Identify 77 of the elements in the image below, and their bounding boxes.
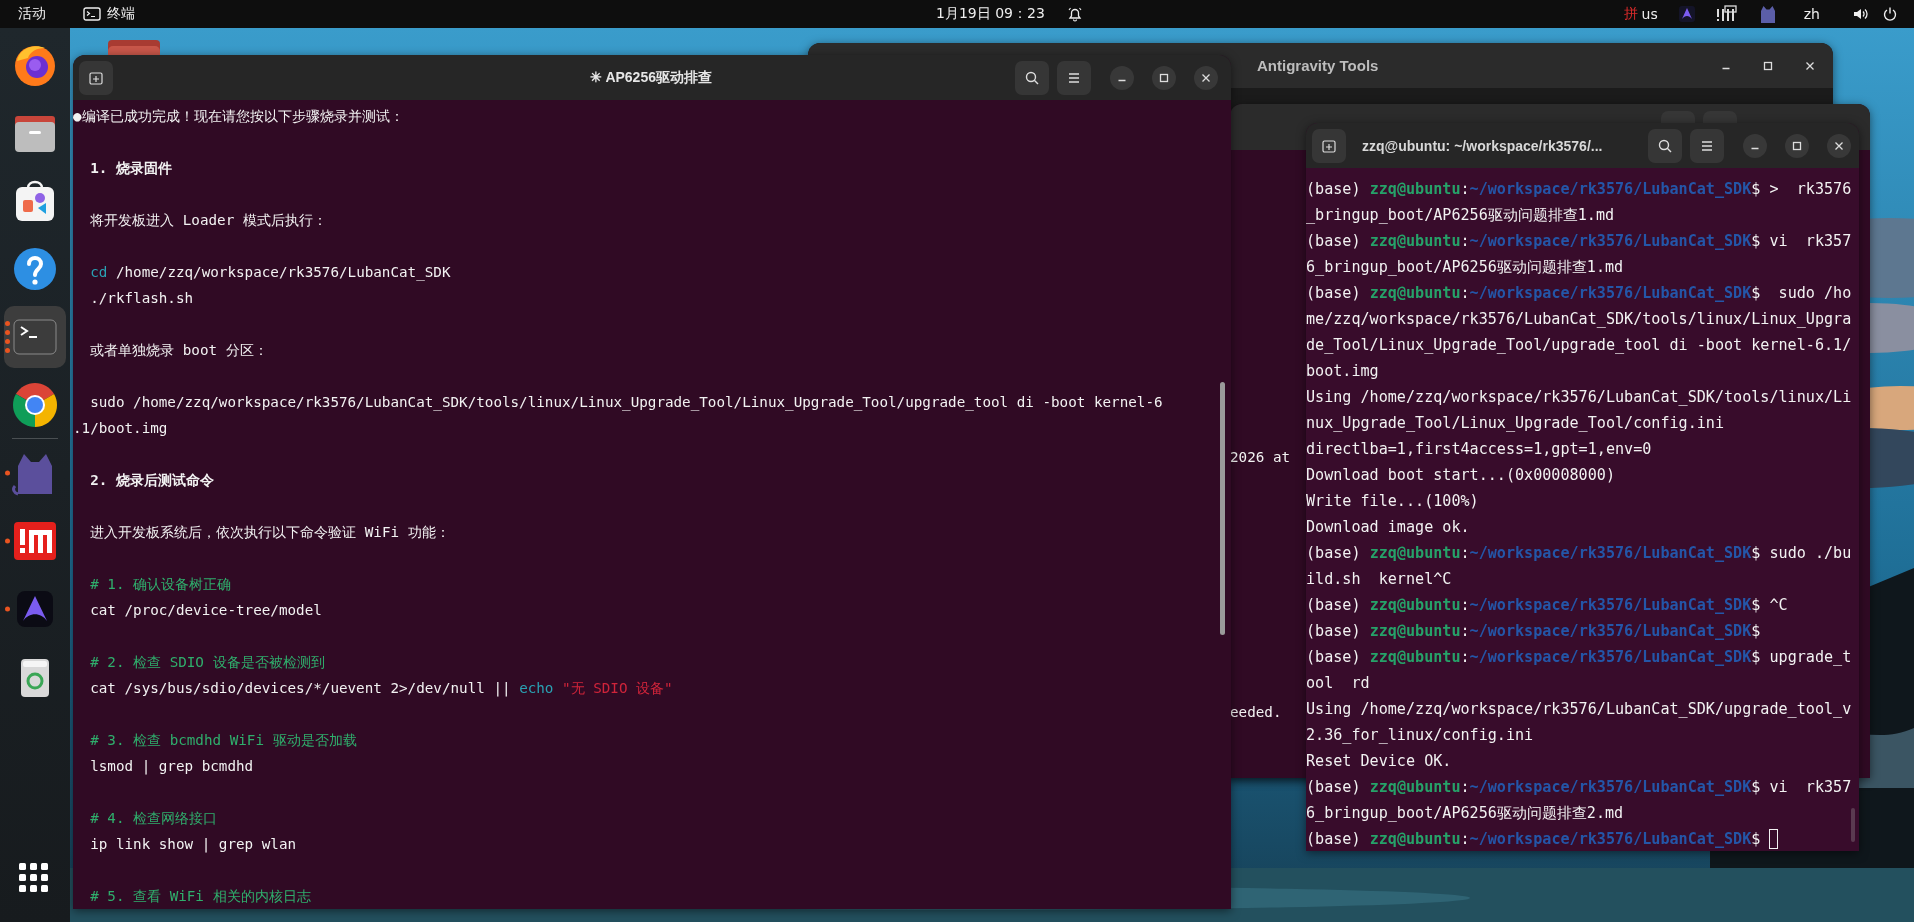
terminal-line: Reset Device OK. — [1306, 751, 1452, 772]
section-heading: 1. 烧录固件 — [89, 159, 172, 178]
volume-icon[interactable] — [1852, 6, 1870, 22]
power-icon[interactable] — [1882, 6, 1898, 22]
terminal-line: 6_bringup_boot/AP6256驱动问题排查2.md — [1306, 803, 1624, 824]
search-icon[interactable] — [1657, 137, 1673, 154]
terminal-line: 或者单独烧录 boot 分区： — [89, 341, 268, 360]
new-tab-icon[interactable] — [88, 69, 104, 86]
terminal-line: cat /proc/device-tree/model — [89, 601, 322, 620]
input-method-indicator[interactable]: 拼 — [1623, 5, 1638, 23]
terminal-line: nux_Upgrade_Tool/Linux_Upgrade_Tool/config.ini — [1306, 413, 1724, 434]
terminal-line: (base) zzq@ubuntu:~/workspace/rk3576/LubanCat_SDK$ upgrade_t — [1306, 647, 1852, 668]
terminal-line: 6_bringup_boot/AP6256驱动问题排查1.md — [1306, 257, 1624, 278]
terminal-line: (base) zzq@ubuntu:~/workspace/rk3576/LubanCat_SDK$ vi rk357 — [1306, 231, 1852, 252]
terminal-line: ●编译已成功完成！现在请您按以下步骤烧录并测试： — [73, 107, 404, 126]
code-comment: # 2. 检查 SDIO 设备是否被检测到 — [89, 653, 325, 672]
terminal-line: ool rd — [1306, 673, 1370, 694]
keyboard-layout[interactable]: us — [1641, 6, 1658, 22]
terminal-line: (base) zzq@ubuntu:~/workspace/rk3576/LubanCat_SDK$ > rk3576 — [1306, 179, 1852, 200]
terminal-line: 2.36_for_linux/config.ini — [1306, 725, 1534, 746]
help-icon[interactable] — [11, 245, 59, 293]
terminal-line: Write file...(100%) — [1306, 491, 1479, 512]
window-title: zzq@ubuntu: ~/workspace/rk3576/... — [1362, 137, 1604, 154]
section-heading: 2. 烧录后测试命令 — [89, 471, 214, 490]
bars-icon[interactable] — [1715, 5, 1738, 23]
terminal-line: me/zzq/workspace/rk3576/LubanCat_SDK/tools/linux/Linux_Upgra — [1306, 309, 1852, 330]
app-menu[interactable]: 终端 — [83, 5, 135, 23]
terminal-line: 进入开发板系统后，依次执行以下命令验证 WiFi 功能： — [89, 523, 450, 542]
terminal-line: 将开发板进入 Loader 模式后执行： — [89, 211, 327, 230]
terminal-line: (base) zzq@ubuntu:~/workspace/rk3576/LubanCat_SDK$ — [1306, 829, 1761, 850]
terminal-line: cat /sys/bus/sdio/devices/*/uevent 2>/dev/null || echo "无 SDIO 设备" — [89, 679, 673, 699]
terminal-icon — [83, 7, 101, 21]
terminal-line: directlba=1,first4access=1,gpt=1,env=0 — [1306, 439, 1652, 460]
terminal-line: (base) zzq@ubuntu:~/workspace/rk3576/LubanCat_SDK$ sudo ./bu — [1306, 543, 1852, 564]
terminal-line: (base) zzq@ubuntu:~/workspace/rk3576/LubanCat_SDK$ sudo /ho — [1306, 283, 1852, 304]
terminal-line: (base) zzq@ubuntu:~/workspace/rk3576/LubanCat_SDK$ ^C — [1306, 595, 1788, 616]
terminal-line: ip link show | grep wlan — [89, 835, 297, 855]
terminal-line: Using /home/zzq/workspace/rk3576/LubanCat_SDK/tools/linux/Li — [1306, 387, 1852, 408]
color-wheel-icon[interactable] — [11, 381, 59, 429]
terminal-line: (base) zzq@ubuntu:~/workspace/rk3576/LubanCat_SDK$ vi rk357 — [1306, 777, 1852, 798]
active-app-highlight[interactable] — [4, 306, 66, 368]
scrollbar-thumb[interactable] — [1851, 808, 1855, 842]
terminal-line: ild.sh kernel^C — [1306, 569, 1452, 590]
menu-button[interactable] — [1057, 60, 1091, 95]
new-tab-button[interactable] — [79, 60, 113, 95]
terminal-line: eeded. — [1230, 703, 1282, 722]
terminal-line: ./rkflash.sh — [89, 289, 194, 308]
terminal-line: sudo /home/zzq/workspace/rk3576/LubanCat_SDK/tools/linux/Linux_Upgrade_Tool/Linux_Upgrade_Tool/upgrade_tool di -boot kernel-6 — [89, 393, 1163, 413]
search-button[interactable] — [1015, 60, 1049, 95]
terminal-line: Download boot start...(0x00008000) — [1306, 465, 1615, 486]
terminal-line: de_Tool/Linux_Upgrade_Tool/upgrade_tool di -boot kernel-6.1/ — [1306, 335, 1852, 356]
terminal-line: Download image ok. — [1306, 517, 1470, 538]
window-title: Antigravity Tools — [1257, 57, 1379, 74]
terminal-line: Using /home/zzq/workspace/rk3576/LubanCat_SDK/upgrade_tool_v — [1306, 699, 1852, 720]
code-comment: # 4. 检查网络接口 — [89, 809, 218, 828]
scrollbar-thumb[interactable] — [1220, 382, 1225, 635]
terminal-line: _bringup_boot/AP6256驱动问题排查1.md — [1306, 205, 1615, 226]
code-comment: # 5. 查看 WiFi 相关的内核日志 — [89, 887, 311, 906]
new-tab-button[interactable] — [1312, 128, 1346, 163]
terminal-line: 2026 at — [1230, 448, 1291, 467]
search-icon[interactable] — [1024, 69, 1040, 86]
new-tab-icon[interactable] — [1321, 137, 1337, 154]
terminal-line: cd /home/zzq/workspace/rk3576/LubanCat_SDK — [89, 263, 451, 283]
search-button[interactable] — [1648, 128, 1682, 163]
terminal-line: lsmod | grep bcmdhd — [89, 757, 254, 777]
bell-icon[interactable] — [1066, 6, 1083, 22]
activities-button[interactable]: 活动 — [18, 5, 46, 23]
menu-button[interactable] — [1690, 128, 1724, 163]
clock[interactable]: 1月19日 09：23 — [936, 5, 1045, 23]
terminal-line: boot.img — [1306, 361, 1379, 382]
window-title: ✳ AP6256驱动排查 — [590, 68, 712, 87]
code-comment: # 3. 检查 bcmdhd WiFi 驱动是否加载 — [89, 731, 357, 750]
language-indicator[interactable]: zh — [1803, 6, 1820, 22]
terminal-line: .1/boot.img — [73, 419, 168, 438]
code-comment: # 1. 确认设备树正确 — [89, 575, 232, 594]
terminal-line: (base) zzq@ubuntu:~/workspace/rk3576/LubanCat_SDK$ — [1306, 621, 1761, 642]
triangle-logo-icon[interactable] — [1677, 5, 1696, 23]
